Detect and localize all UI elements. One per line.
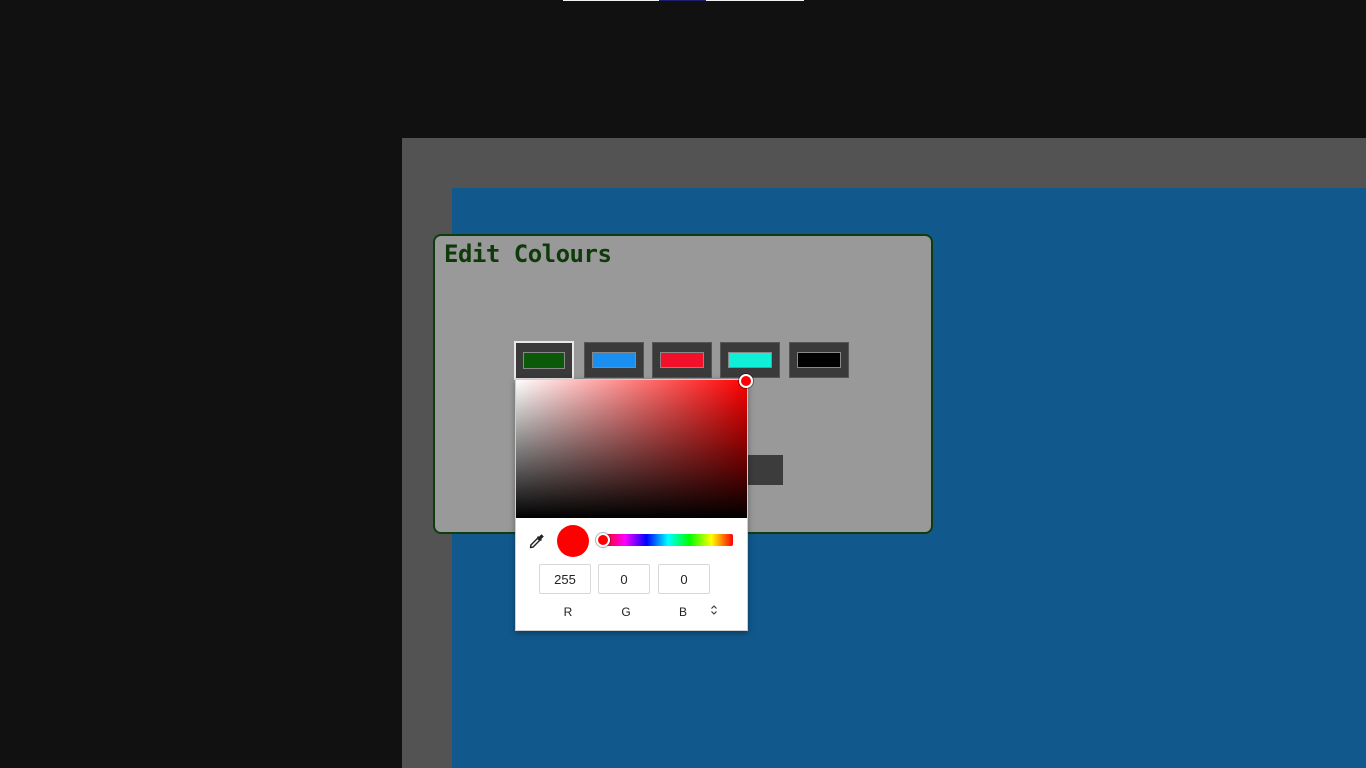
- dialog-title: Edit Colours: [444, 240, 612, 268]
- swatch-chip: [660, 352, 704, 368]
- hue-slider[interactable]: [596, 533, 733, 547]
- top-strip-segment-3: [706, 0, 804, 1]
- current-color-preview: [557, 525, 589, 557]
- color-picker-popup: R G B: [515, 374, 753, 631]
- swatch-button-1[interactable]: [514, 341, 574, 380]
- dialog-action-button[interactable]: [747, 455, 783, 485]
- green-input[interactable]: [598, 564, 650, 594]
- eyedropper-icon[interactable]: [528, 532, 546, 550]
- swatch-button-4[interactable]: [720, 342, 780, 378]
- saturation-value-handle[interactable]: [739, 374, 753, 388]
- swatch-button-5[interactable]: [789, 342, 849, 378]
- blue-input[interactable]: [658, 564, 710, 594]
- red-input[interactable]: [539, 564, 591, 594]
- swatch-button-2[interactable]: [584, 342, 644, 378]
- top-strip-segment-1: [563, 0, 659, 1]
- top-strip-segment-2: [659, 0, 706, 1]
- red-label: R: [563, 605, 573, 619]
- swatch-chip: [797, 352, 841, 368]
- swatch-chip: [592, 352, 636, 368]
- swatch-chip: [523, 352, 565, 369]
- hue-slider-handle[interactable]: [596, 533, 610, 547]
- green-label: G: [621, 605, 631, 619]
- blue-label: B: [678, 605, 687, 619]
- updown-chevron-icon[interactable]: [708, 604, 720, 618]
- saturation-value-area[interactable]: [516, 374, 753, 518]
- swatch-chip: [728, 352, 772, 368]
- top-progress-strip: [563, 0, 804, 1]
- swatch-button-3[interactable]: [652, 342, 712, 378]
